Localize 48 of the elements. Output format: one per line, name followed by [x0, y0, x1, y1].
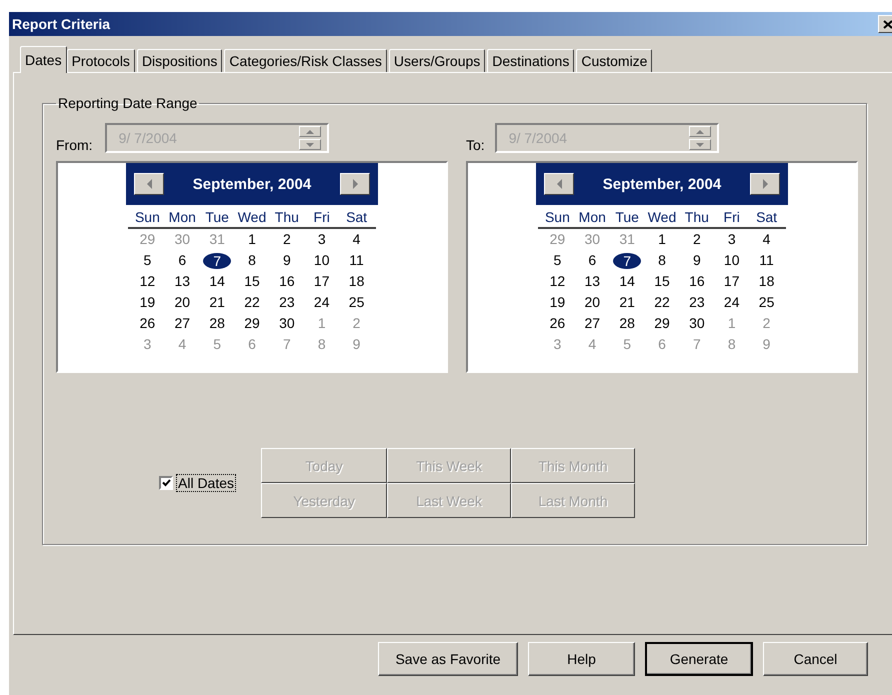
weekday-label: Sun: [134, 208, 161, 227]
tab[interactable]: Customize: [576, 49, 652, 72]
tab[interactable]: Dispositions: [136, 49, 222, 72]
tab[interactable]: Protocols: [66, 49, 135, 72]
dialog-button[interactable]: Cancel: [763, 642, 868, 676]
weekday-label: Thu: [274, 208, 300, 227]
weekday-label: Wed: [236, 208, 268, 227]
dialog-button[interactable]: Generate: [645, 642, 753, 676]
date-label: From:: [56, 137, 93, 153]
tab[interactable]: Dates: [20, 46, 67, 73]
check-icon: [162, 479, 170, 487]
right-arrow-icon: [352, 179, 358, 189]
up-arrow-icon: [696, 130, 704, 134]
dialog-button[interactable]: Save as Favorite: [378, 642, 518, 676]
tab[interactable]: Destinations: [487, 49, 574, 72]
down-arrow-icon: [306, 142, 314, 146]
weekday-label: Sat: [345, 208, 368, 227]
left-arrow-icon: [146, 179, 152, 189]
month-title: September, 2004: [602, 176, 722, 192]
weekday-label: Tue: [204, 208, 230, 227]
close-icon: [883, 20, 892, 28]
weekday-label: Thu: [684, 208, 710, 227]
checkbox-label[interactable]: All Dates: [177, 475, 236, 491]
weekday-label: Mon: [578, 208, 607, 227]
next-month-button[interactable]: [340, 173, 370, 195]
down-arrow-icon: [696, 142, 704, 146]
checkbox[interactable]: [159, 476, 173, 490]
month-title: September, 2004: [192, 176, 312, 192]
weekday-label: Mon: [168, 208, 197, 227]
previous-month-button[interactable]: [544, 173, 574, 195]
next-month-button[interactable]: [750, 173, 780, 195]
weekday-label: Tue: [614, 208, 640, 227]
date-label: To:: [466, 137, 485, 153]
weekday-label: Sun: [544, 208, 571, 227]
group-title: Reporting Date Range: [57, 95, 198, 111]
dialog-button[interactable]: Help: [528, 642, 635, 676]
weekday-label: Fri: [722, 208, 741, 227]
right-arrow-icon: [762, 179, 768, 189]
previous-month-button[interactable]: [134, 173, 164, 195]
weekday-label: Sat: [755, 208, 778, 227]
up-arrow-icon: [306, 130, 314, 134]
weekday-label: Wed: [646, 208, 678, 227]
tab[interactable]: Users/Groups: [388, 49, 486, 72]
weekday-label: Fri: [312, 208, 331, 227]
left-arrow-icon: [556, 179, 562, 189]
close-button[interactable]: [878, 15, 892, 33]
tab[interactable]: Categories/Risk Classes: [224, 49, 387, 72]
window-title: Report Criteria: [12, 16, 110, 32]
